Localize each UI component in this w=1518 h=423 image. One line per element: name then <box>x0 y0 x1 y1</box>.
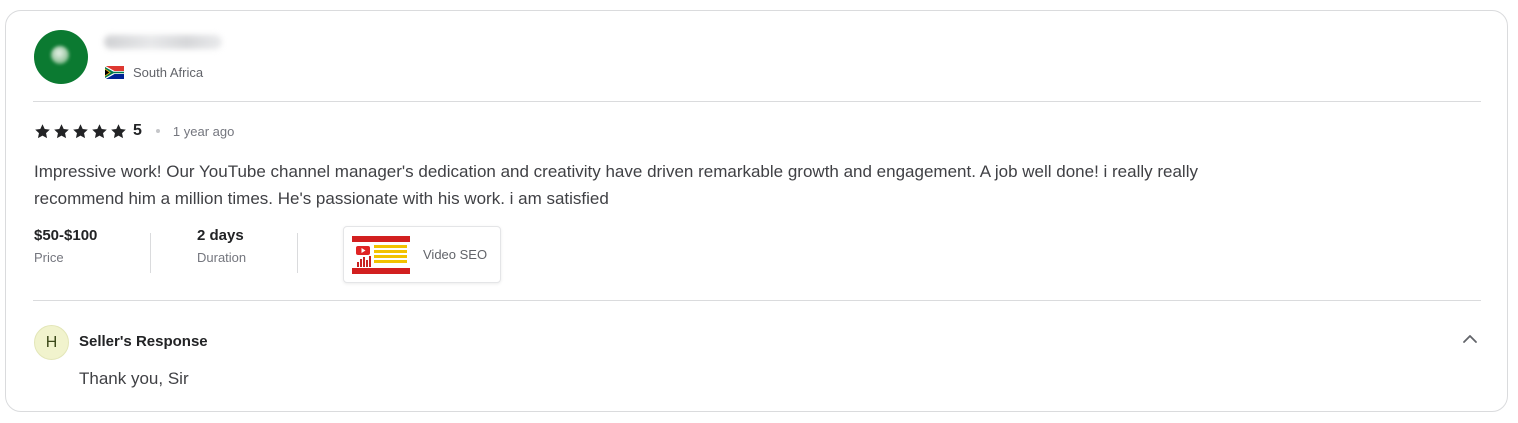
price-value: $50-$100 <box>34 227 98 244</box>
star-icon <box>54 123 69 138</box>
price-label: Price <box>34 250 64 265</box>
duration-info: 2 days Duration <box>197 227 246 265</box>
seller-response-title: Seller's Response <box>79 333 208 350</box>
reviewer-username-blurred[interactable] <box>104 35 222 49</box>
header-divider <box>33 101 1481 102</box>
rating-value: 5 <box>133 122 142 139</box>
gig-card[interactable]: Video SEO <box>343 226 501 283</box>
reviewer-avatar[interactable] <box>34 30 88 84</box>
rating-row: 5 1 year ago <box>34 122 234 140</box>
seller-avatar: H <box>34 325 69 360</box>
duration-value: 2 days <box>197 227 244 244</box>
separator-dot <box>155 129 160 133</box>
review-text: Impressive work! Our YouTube channel man… <box>34 162 1198 208</box>
seller-response-text: Thank you, Sir <box>79 369 189 388</box>
star-icon <box>35 123 50 138</box>
chevron-up-icon[interactable] <box>1462 333 1478 345</box>
gig-title: Video SEO <box>423 247 488 262</box>
review-card: South Africa 5 1 year ago Impressive wor… <box>5 10 1508 412</box>
meta-divider <box>150 233 151 273</box>
star-icon <box>111 123 126 138</box>
star-icon <box>73 123 88 138</box>
price-info: $50-$100 Price <box>34 227 97 265</box>
gig-thumbnail <box>352 236 410 274</box>
country-name: South Africa <box>133 65 204 80</box>
avatar-blurred-initial <box>51 46 69 64</box>
review-time: 1 year ago <box>172 123 235 139</box>
south-africa-flag-icon <box>105 66 124 79</box>
response-divider <box>33 300 1481 301</box>
reviewer-country: South Africa <box>105 65 203 80</box>
duration-label: Duration <box>197 250 247 265</box>
meta-divider <box>297 233 298 273</box>
star-rating <box>34 123 127 140</box>
star-icon <box>92 123 107 138</box>
